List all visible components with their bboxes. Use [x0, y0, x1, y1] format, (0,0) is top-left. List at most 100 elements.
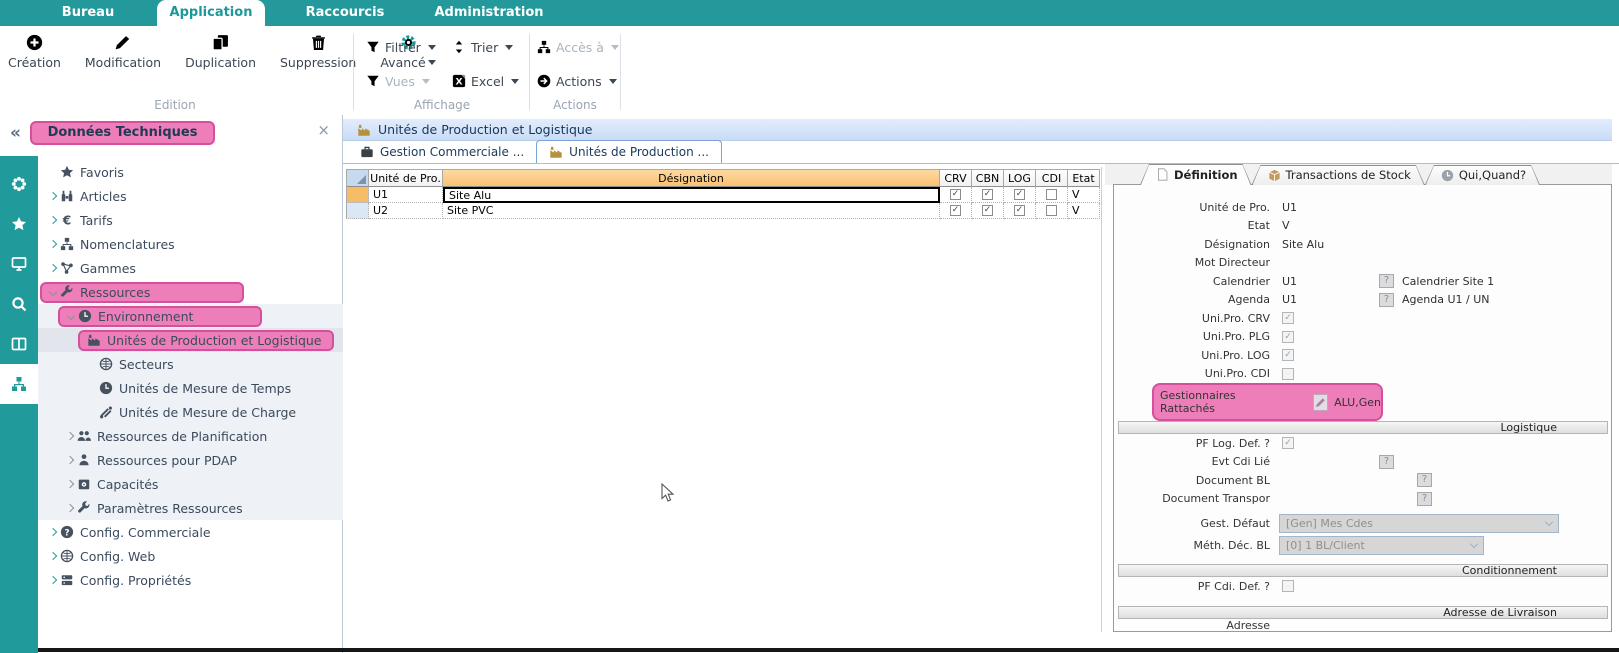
- cell-crv[interactable]: ✓: [940, 203, 972, 219]
- cell-etat[interactable]: V: [1068, 187, 1100, 203]
- tab-unites-de-production[interactable]: Unités de Production ...: [536, 140, 722, 163]
- chevron-down-icon[interactable]: [48, 288, 56, 296]
- desktop-monitor-icon[interactable]: [0, 244, 38, 284]
- checkbox[interactable]: [1282, 368, 1294, 380]
- collapse-sidebar-icon[interactable]: «: [10, 123, 21, 143]
- checkbox[interactable]: ✓: [982, 189, 993, 200]
- help-button[interactable]: ?: [1417, 492, 1432, 506]
- tab-qui-quand[interactable]: Qui,Quand?: [1425, 165, 1540, 185]
- col-header-designation[interactable]: Désignation: [443, 169, 940, 187]
- checkbox[interactable]: ✓: [950, 189, 961, 200]
- sidebar-item-favoris[interactable]: Favoris: [38, 160, 343, 184]
- sidebar-item-gammes[interactable]: Gammes: [38, 256, 343, 280]
- select-all-corner[interactable]: [346, 169, 369, 187]
- sidebar-item-secteurs[interactable]: Secteurs: [38, 352, 343, 376]
- checkbox[interactable]: ✓: [1282, 312, 1294, 324]
- sidebar-item-parametres-ressources[interactable]: Paramètres Ressources: [38, 496, 343, 520]
- sidebar-item-capacites[interactable]: Capacités: [38, 472, 343, 496]
- checkbox[interactable]: [1282, 580, 1294, 592]
- cell-cdi[interactable]: [1036, 187, 1068, 203]
- search-icon[interactable]: [0, 284, 38, 324]
- help-button[interactable]: ?: [1379, 455, 1394, 469]
- col-header-cbn[interactable]: CBN: [972, 169, 1004, 187]
- col-header-cdi[interactable]: CDI: [1036, 169, 1068, 187]
- chevron-right-icon[interactable]: [48, 240, 56, 248]
- cell-designation[interactable]: Site PVC: [443, 203, 940, 219]
- excel-button[interactable]: Excel: [452, 68, 519, 94]
- filtrer-button[interactable]: Filtrer: [366, 34, 436, 60]
- checkbox[interactable]: ✓: [950, 205, 961, 216]
- duplication-button[interactable]: Duplication: [185, 34, 256, 70]
- columns-view-icon[interactable]: [0, 324, 38, 364]
- row-marker[interactable]: [346, 187, 369, 203]
- cell-cbn[interactable]: ✓: [972, 203, 1004, 219]
- chevron-right-icon[interactable]: [48, 528, 56, 536]
- actions-button[interactable]: Actions: [537, 68, 619, 94]
- checkbox[interactable]: ✓: [1014, 205, 1025, 216]
- sidebar-item-config-proprietes[interactable]: Config. Propriétés: [38, 568, 343, 592]
- checkbox[interactable]: ✓: [1014, 189, 1025, 200]
- chevron-right-icon[interactable]: [48, 552, 56, 560]
- cell-unite[interactable]: U1: [369, 187, 443, 203]
- row-marker[interactable]: [346, 203, 369, 219]
- sidebar-item-unites-de-production[interactable]: Unités de Production et Logistique: [38, 328, 343, 352]
- sidebar-item-config-web[interactable]: Config. Web: [38, 544, 343, 568]
- favorites-star-icon[interactable]: [0, 204, 38, 244]
- suppression-button[interactable]: Suppression: [280, 34, 356, 70]
- chevron-right-icon[interactable]: [65, 432, 73, 440]
- sidebar-item-nomenclatures[interactable]: Nomenclatures: [38, 232, 343, 256]
- sidebar-item-ressources-pdap[interactable]: Ressources pour PDAP: [38, 448, 343, 472]
- tab-transactions-de-stock[interactable]: Transactions de Stock: [1252, 165, 1425, 185]
- checkbox[interactable]: ✓: [982, 205, 993, 216]
- col-header-etat[interactable]: Etat: [1068, 169, 1100, 187]
- sidebar-item-ressources[interactable]: Ressources: [38, 280, 343, 304]
- chevron-right-icon[interactable]: [65, 480, 73, 488]
- checkbox[interactable]: ✓: [1282, 437, 1294, 449]
- sidebar-item-config-commerciale[interactable]: Config. Commerciale: [38, 520, 343, 544]
- cell-log[interactable]: ✓: [1004, 187, 1036, 203]
- cell-etat[interactable]: V: [1068, 203, 1100, 219]
- hierarchy-view-icon[interactable]: [0, 364, 38, 404]
- gest-defaut-select[interactable]: [Gen] Mes Cdes: [1279, 514, 1559, 533]
- modules-flower-icon[interactable]: [0, 164, 38, 204]
- chevron-down-icon[interactable]: [66, 312, 74, 320]
- checkbox[interactable]: ✓: [1282, 331, 1294, 343]
- chevron-right-icon[interactable]: [65, 504, 73, 512]
- modification-button[interactable]: Modification: [85, 34, 161, 70]
- cell-cdi[interactable]: [1036, 203, 1068, 219]
- chevron-right-icon[interactable]: [48, 192, 56, 200]
- sidebar-item-tarifs[interactable]: Tarifs: [38, 208, 343, 232]
- menu-tab-raccourcis[interactable]: Raccourcis: [283, 0, 407, 26]
- sidebar-item-unites-mesure-temps[interactable]: Unités de Mesure de Temps: [38, 376, 343, 400]
- table-row[interactable]: U1 Site Alu ✓ ✓ ✓ V: [346, 187, 1100, 203]
- hand-edit-icon[interactable]: [1313, 394, 1328, 411]
- menu-tab-bureau[interactable]: Bureau: [28, 0, 148, 26]
- trier-button[interactable]: Trier: [452, 34, 519, 60]
- checkbox[interactable]: ✓: [1282, 349, 1294, 361]
- menu-tab-application[interactable]: Application: [157, 0, 265, 26]
- cell-crv[interactable]: ✓: [940, 187, 972, 203]
- chevron-right-icon[interactable]: [48, 216, 56, 224]
- sidebar-item-articles[interactable]: Articles: [38, 184, 343, 208]
- creation-button[interactable]: Création: [8, 34, 61, 70]
- tab-definition[interactable]: Définition: [1140, 164, 1252, 185]
- sidebar-item-environnement[interactable]: Environnement: [38, 304, 343, 328]
- cell-unite[interactable]: U2: [369, 203, 443, 219]
- cell-designation-focused[interactable]: Site Alu: [443, 187, 940, 203]
- chevron-right-icon[interactable]: [48, 264, 56, 272]
- checkbox[interactable]: [1046, 205, 1057, 216]
- sidebar-item-ressources-planification[interactable]: Ressources de Planification: [38, 424, 343, 448]
- close-icon[interactable]: ×: [317, 121, 330, 139]
- help-button[interactable]: ?: [1417, 473, 1432, 487]
- meth-dec-bl-select[interactable]: [0] 1 BL/Client: [1279, 536, 1484, 555]
- chevron-right-icon[interactable]: [48, 576, 56, 584]
- tab-gestion-commerciale[interactable]: Gestion Commerciale ...: [348, 141, 536, 163]
- help-button[interactable]: ?: [1379, 274, 1394, 288]
- checkbox[interactable]: [1046, 189, 1057, 200]
- cell-log[interactable]: ✓: [1004, 203, 1036, 219]
- cell-cbn[interactable]: ✓: [972, 187, 1004, 203]
- help-button[interactable]: ?: [1379, 293, 1394, 307]
- col-header-unite[interactable]: Unité de Pro.: [369, 169, 443, 187]
- table-row[interactable]: U2 Site PVC ✓ ✓ ✓ V: [346, 203, 1100, 219]
- sidebar-item-unites-mesure-charge[interactable]: Unités de Mesure de Charge: [38, 400, 343, 424]
